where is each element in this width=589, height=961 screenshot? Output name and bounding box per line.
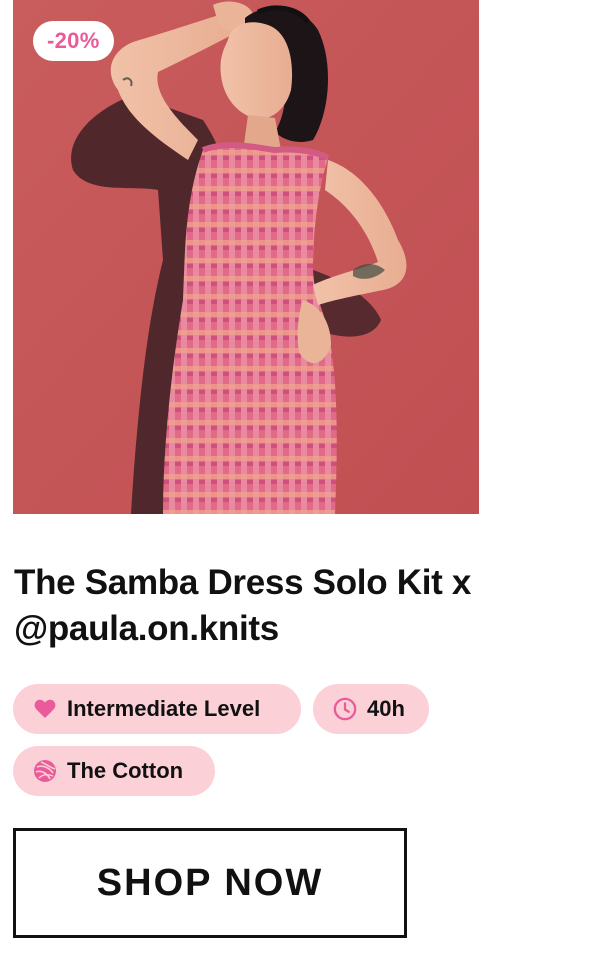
shop-now-button[interactable]: SHOP NOW [13,828,407,938]
product-card: -20% The Samba Dress Solo Kit x @paula.o… [0,0,589,961]
product-title[interactable]: The Samba Dress Solo Kit x @paula.on.kni… [14,560,474,652]
tag-duration: 40h [313,684,429,734]
tag-yarn-label: The Cotton [67,758,184,783]
tag-duration-label: 40h [367,696,405,721]
discount-badge: -20% [33,21,114,61]
heart-icon [33,697,57,721]
tag-difficulty: Intermediate Level [13,684,301,734]
yarn-ball-icon [33,759,57,783]
product-image[interactable]: -20% [13,0,479,514]
clock-icon [333,697,357,721]
tag-difficulty-label: Intermediate Level [67,696,261,721]
tag-yarn: The Cotton [13,746,215,796]
product-photo-illustration [13,0,479,514]
